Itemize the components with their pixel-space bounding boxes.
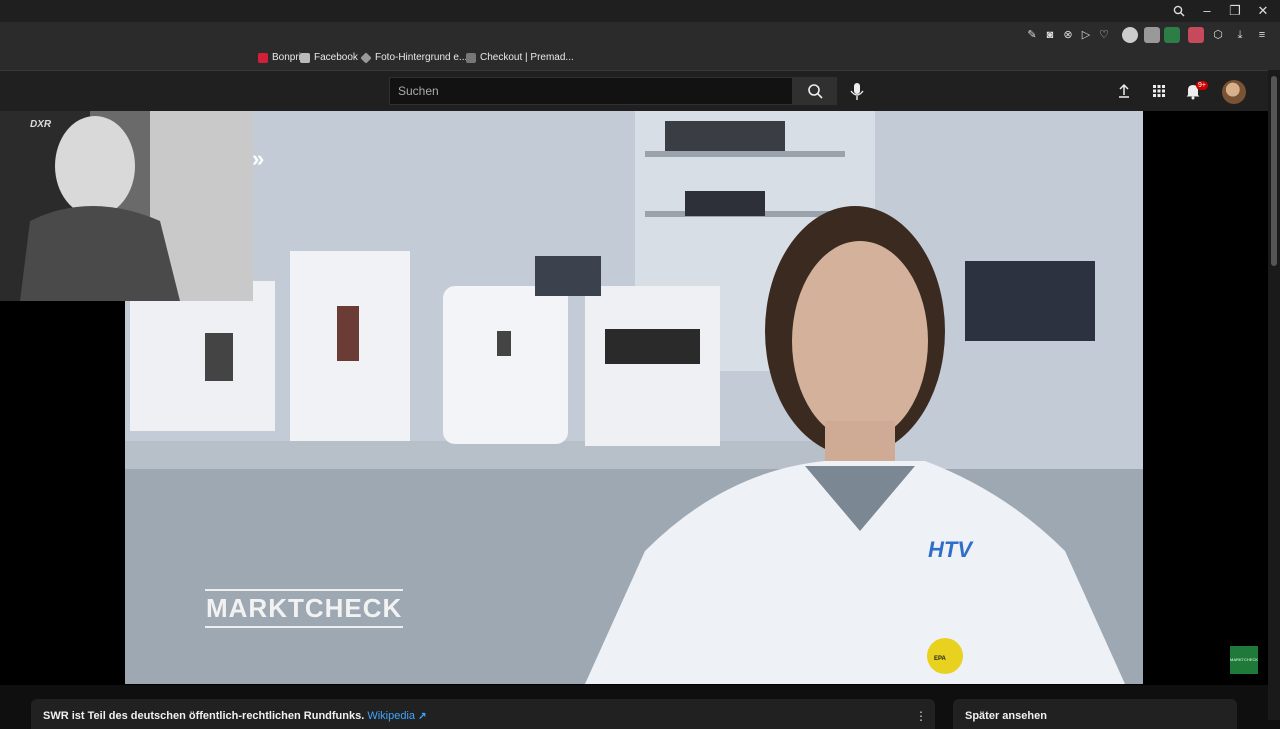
download-icon[interactable]: ⤓ bbox=[1232, 27, 1248, 43]
site-header: 9+ bbox=[0, 71, 1280, 111]
bookmark-site-icon bbox=[360, 51, 372, 64]
external-link-icon: ↗ bbox=[418, 711, 427, 722]
upload-icon bbox=[1119, 83, 1129, 98]
minimize-icon[interactable]: – bbox=[1193, 2, 1221, 20]
badge-label: EPA bbox=[934, 656, 946, 662]
apps-button[interactable] bbox=[1149, 81, 1169, 101]
search-icon bbox=[808, 84, 823, 99]
edit-icon[interactable]: ✎ bbox=[1024, 27, 1040, 43]
info-panel-text: SWR ist Teil des deutschen öffentlich-re… bbox=[43, 710, 365, 722]
avatar[interactable] bbox=[1222, 80, 1246, 104]
block-icon[interactable]: ⊗ bbox=[1060, 27, 1076, 43]
channel-chevrons: » bbox=[252, 146, 265, 171]
bookmark-checkout[interactable]: Checkout | Premad... bbox=[466, 52, 574, 63]
window-titlebar: – ❐ ✕ bbox=[0, 0, 1280, 22]
channel-watermark[interactable]: MARKTCHECK bbox=[1230, 646, 1258, 674]
bookmark-bonprix[interactable]: Bonprix bbox=[258, 52, 306, 63]
send-icon[interactable]: ▷ bbox=[1078, 27, 1094, 43]
restore-icon[interactable]: ❐ bbox=[1221, 2, 1249, 20]
adblock-icon[interactable] bbox=[1122, 27, 1138, 43]
cube-icon[interactable]: ⬡ bbox=[1210, 27, 1226, 43]
webcam-scene bbox=[0, 111, 253, 301]
extension-red-icon[interactable] bbox=[1188, 27, 1204, 43]
coat-logo: HTV bbox=[928, 537, 972, 562]
search-box bbox=[389, 77, 793, 105]
chair-brand: DXR bbox=[30, 119, 52, 130]
page-icon bbox=[300, 52, 310, 63]
page-scrollbar[interactable] bbox=[1268, 70, 1280, 720]
voice-search-button[interactable] bbox=[846, 79, 868, 103]
microphone-icon bbox=[850, 83, 864, 100]
camera-icon[interactable]: ◙ bbox=[1042, 27, 1058, 43]
browser-toolbar: ✎ ◙ ⊗ ▷ ♡ ⬡ ⤓ ≡ bbox=[0, 22, 1280, 48]
watch-later-panel: Später ansehen bbox=[953, 699, 1237, 729]
search-input[interactable] bbox=[390, 78, 792, 104]
search-button[interactable] bbox=[793, 77, 837, 105]
bookmark-facebook[interactable]: Facebook bbox=[300, 52, 358, 63]
checkout-icon bbox=[466, 52, 476, 63]
upload-button[interactable] bbox=[1114, 81, 1134, 101]
close-icon[interactable]: ✕ bbox=[1249, 2, 1277, 20]
notification-badge: 9+ bbox=[1196, 81, 1208, 90]
show-title-overlay: MARKTCHECK bbox=[205, 589, 404, 628]
bonprix-icon bbox=[258, 52, 268, 63]
info-panel: SWR ist Teil des deutschen öffentlich-re… bbox=[31, 699, 935, 729]
webcam-overlay: DXR bbox=[0, 111, 253, 301]
menu-icon[interactable]: ≡ bbox=[1254, 27, 1270, 43]
bookmark-foto-hintergrund[interactable]: Foto-Hintergrund e... bbox=[360, 51, 467, 64]
more-options-icon[interactable]: ⋮ bbox=[915, 709, 927, 723]
extension-green-icon[interactable] bbox=[1164, 27, 1180, 43]
wikipedia-link[interactable]: Wikipedia bbox=[367, 710, 415, 722]
video-player[interactable]: DXR » MARKTCHECK HTV EPA MARKTCHECK bbox=[0, 111, 1280, 685]
heart-icon[interactable]: ♡ bbox=[1096, 27, 1112, 43]
bookmarks-bar: Bonprix Facebook Foto-Hintergrund e... C… bbox=[0, 48, 1280, 71]
extension-icon[interactable] bbox=[1144, 27, 1160, 43]
scrollbar-thumb[interactable] bbox=[1271, 76, 1277, 266]
watch-later-title: Später ansehen bbox=[965, 710, 1047, 722]
apps-grid-icon bbox=[1153, 85, 1165, 97]
search-icon[interactable] bbox=[1165, 2, 1193, 20]
